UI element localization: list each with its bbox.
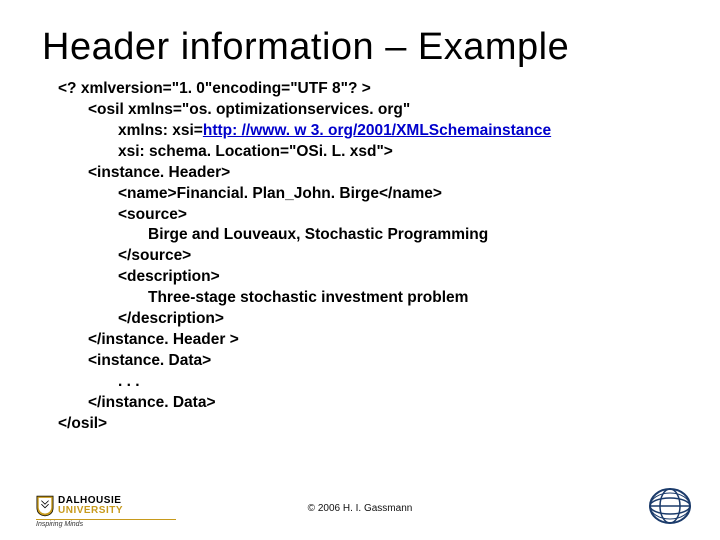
code-line: </source>	[58, 246, 700, 267]
globe-icon	[648, 486, 692, 526]
code-text: xmlns: xsi=	[118, 122, 203, 139]
code-line: xsi: schema. Location="OSi. L. xsd">	[58, 142, 700, 163]
code-line: <instance. Header>	[58, 163, 700, 184]
dalhousie-logo: DALHOUSIE UNIVERSITY Inspiring Minds	[36, 495, 176, 528]
code-line: </description>	[58, 309, 700, 330]
schema-link[interactable]: http: //www. w 3. org/2001/XMLSchemainst…	[203, 122, 551, 139]
code-line: xmlns: xsi=http: //www. w 3. org/2001/XM…	[58, 121, 700, 142]
code-line: <name>Financial. Plan_John. Birge</name>	[58, 184, 700, 205]
xml-code-block: <? xmlversion="1. 0"encoding="UTF 8"? > …	[0, 79, 720, 435]
logo-motto: Inspiring Minds	[36, 519, 176, 528]
shield-icon	[36, 495, 54, 517]
code-line: </osil>	[58, 414, 700, 435]
code-line: <osil xmlns="os. optimizationservices. o…	[58, 100, 700, 121]
code-line: <? xmlversion="1. 0"encoding="UTF 8"? >	[58, 79, 700, 100]
slide-title: Header information – Example	[0, 0, 720, 79]
slide: Header information – Example <? xmlversi…	[0, 0, 720, 540]
code-line: . . .	[58, 372, 700, 393]
code-line: <description>	[58, 267, 700, 288]
code-line: <instance. Data>	[58, 351, 700, 372]
code-line: </instance. Data>	[58, 393, 700, 414]
code-line: <source>	[58, 205, 700, 226]
logo-wordmark: DALHOUSIE UNIVERSITY	[58, 496, 123, 516]
code-line: </instance. Header >	[58, 330, 700, 351]
logo-line-2: UNIVERSITY	[58, 506, 123, 516]
code-line: Three-stage stochastic investment proble…	[58, 288, 700, 309]
code-line: Birge and Louveaux, Stochastic Programmi…	[58, 225, 700, 246]
